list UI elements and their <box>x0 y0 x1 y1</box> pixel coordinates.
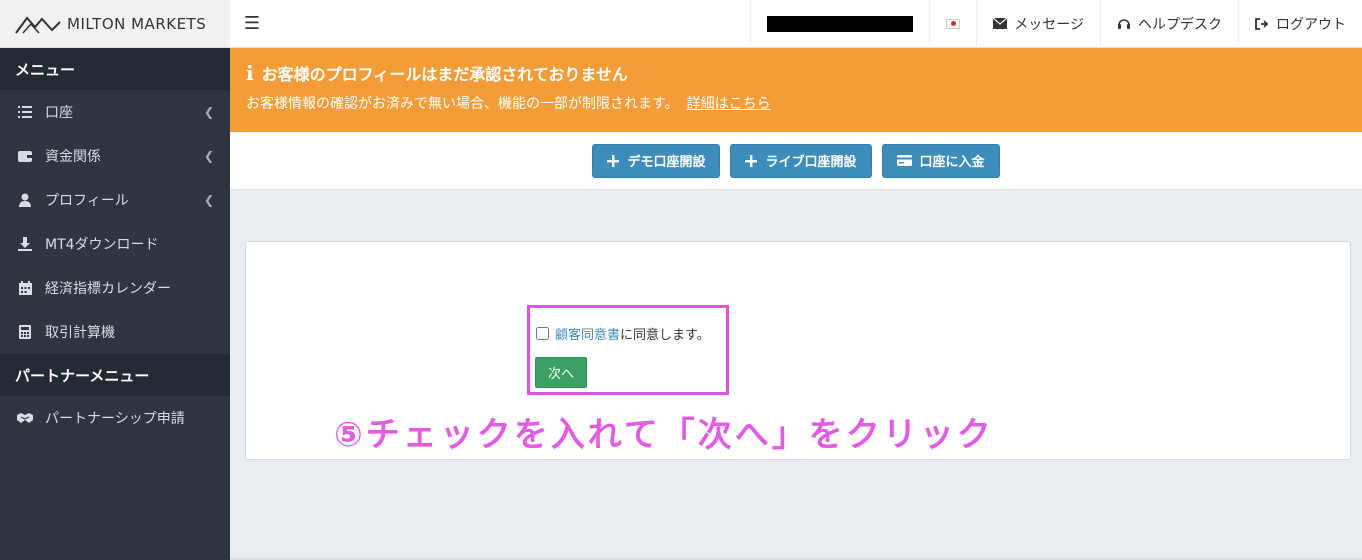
chevron-left-icon: ❮ <box>203 193 214 207</box>
deposit-button-label: 口座に入金 <box>919 155 985 170</box>
deposit-button[interactable]: 口座に入金 <box>881 143 1000 178</box>
consent-row: 顧客同意書 に同意します。 <box>536 324 710 343</box>
logout-label: ログアウト <box>1276 16 1346 33</box>
sidebar-item-accounts[interactable]: 口座 ❮ <box>0 90 230 134</box>
chevron-left-icon: ❮ <box>203 105 214 119</box>
partner-menu-header: パートナーメニュー <box>0 354 230 396</box>
credit-card-icon <box>896 155 912 166</box>
topbar: ☰ メッセージ ヘルプデスク ログアウト <box>230 0 1362 48</box>
alert-details-link[interactable]: 詳細はこちら <box>687 96 771 112</box>
sidebar-item-label: MT4ダウンロード <box>45 237 159 253</box>
profile-alert: i お客様のプロフィールはまだ承認されておりません お客様情報の確認がお済みで無… <box>230 48 1362 132</box>
envelope-icon <box>993 18 1008 29</box>
action-bar: デモ口座開設 ライブ口座開設 口座に入金 <box>230 132 1362 190</box>
mountain-logo-icon <box>15 15 61 34</box>
sidebar-item-funds[interactable]: 資金関係 ❮ <box>0 134 230 178</box>
language-selector[interactable] <box>929 0 976 48</box>
sidebar-item-profile[interactable]: プロフィール ❮ <box>0 178 230 222</box>
plus-icon <box>607 154 620 167</box>
sidebar-item-label: プロフィール <box>45 193 129 209</box>
sidebar-item-mt4-download[interactable]: MT4ダウンロード <box>0 222 230 266</box>
logout-link[interactable]: ログアウト <box>1238 0 1362 48</box>
hamburger-icon: ☰ <box>243 13 261 34</box>
messages-link[interactable]: メッセージ <box>976 0 1100 48</box>
consent-checkbox[interactable] <box>536 327 549 340</box>
alert-message: お客様情報の確認がお済みで無い場合、機能の一部が制限されます。 <box>246 96 679 112</box>
list-icon <box>17 104 33 120</box>
sidebar-item-calculator[interactable]: 取引計算機 <box>0 310 230 354</box>
sidebar-item-label: 経済指標カレンダー <box>45 281 171 297</box>
download-icon <box>17 236 33 252</box>
sidebar-item-label: 取引計算機 <box>45 325 115 341</box>
helpdesk-label: ヘルプデスク <box>1138 16 1222 33</box>
chevron-left-icon: ❮ <box>203 149 214 163</box>
open-demo-account-button[interactable]: デモ口座開設 <box>592 143 721 178</box>
user-account[interactable] <box>750 0 929 48</box>
headset-icon <box>1117 17 1131 31</box>
handshake-icon <box>17 410 33 426</box>
sidebar-item-label: パートナーシップ申請 <box>45 411 185 427</box>
next-button[interactable]: 次へ <box>535 357 588 388</box>
hamburger-menu-button[interactable]: ☰ <box>230 0 274 48</box>
instruction-annotation: ⑤チェックを入れて「次へ」をクリック <box>334 415 994 455</box>
consent-suffix: に同意します。 <box>620 328 710 343</box>
plus-icon <box>745 154 758 167</box>
calendar-icon <box>17 280 33 296</box>
messages-label: メッセージ <box>1014 16 1084 33</box>
brand[interactable]: MILTON MARKETS <box>0 0 230 48</box>
redacted-username <box>767 15 914 32</box>
brand-name: MILTON MARKETS <box>67 14 207 33</box>
wallet-icon <box>17 148 33 164</box>
alert-title: お客様のプロフィールはまだ承認されておりません <box>261 65 628 84</box>
sidebar-item-label: 資金関係 <box>45 149 101 165</box>
sidebar-item-partnership[interactable]: パートナーシップ申請 <box>0 396 230 440</box>
japan-flag-icon <box>946 18 961 29</box>
sidebar-item-calendar[interactable]: 経済指標カレンダー <box>0 266 230 310</box>
sidebar: MILTON MARKETS メニュー 口座 ❮ 資金関係 ❮ プロフィール ❮… <box>0 0 230 560</box>
consent-panel: 顧客同意書 に同意します。 次へ ⑤チェックを入れて「次へ」をクリック <box>245 241 1351 460</box>
open-live-account-button[interactable]: ライブ口座開設 <box>730 143 872 178</box>
info-icon: i <box>246 61 254 85</box>
helpdesk-link[interactable]: ヘルプデスク <box>1100 0 1238 48</box>
sidebar-item-label: 口座 <box>45 105 73 121</box>
calculator-icon <box>17 324 33 340</box>
demo-button-label: デモ口座開設 <box>627 155 706 170</box>
client-agreement-link[interactable]: 顧客同意書 <box>555 324 620 343</box>
menu-header: メニュー <box>0 48 230 90</box>
live-button-label: ライブ口座開設 <box>765 155 857 170</box>
user-icon <box>17 192 33 208</box>
sign-out-icon <box>1255 17 1269 30</box>
